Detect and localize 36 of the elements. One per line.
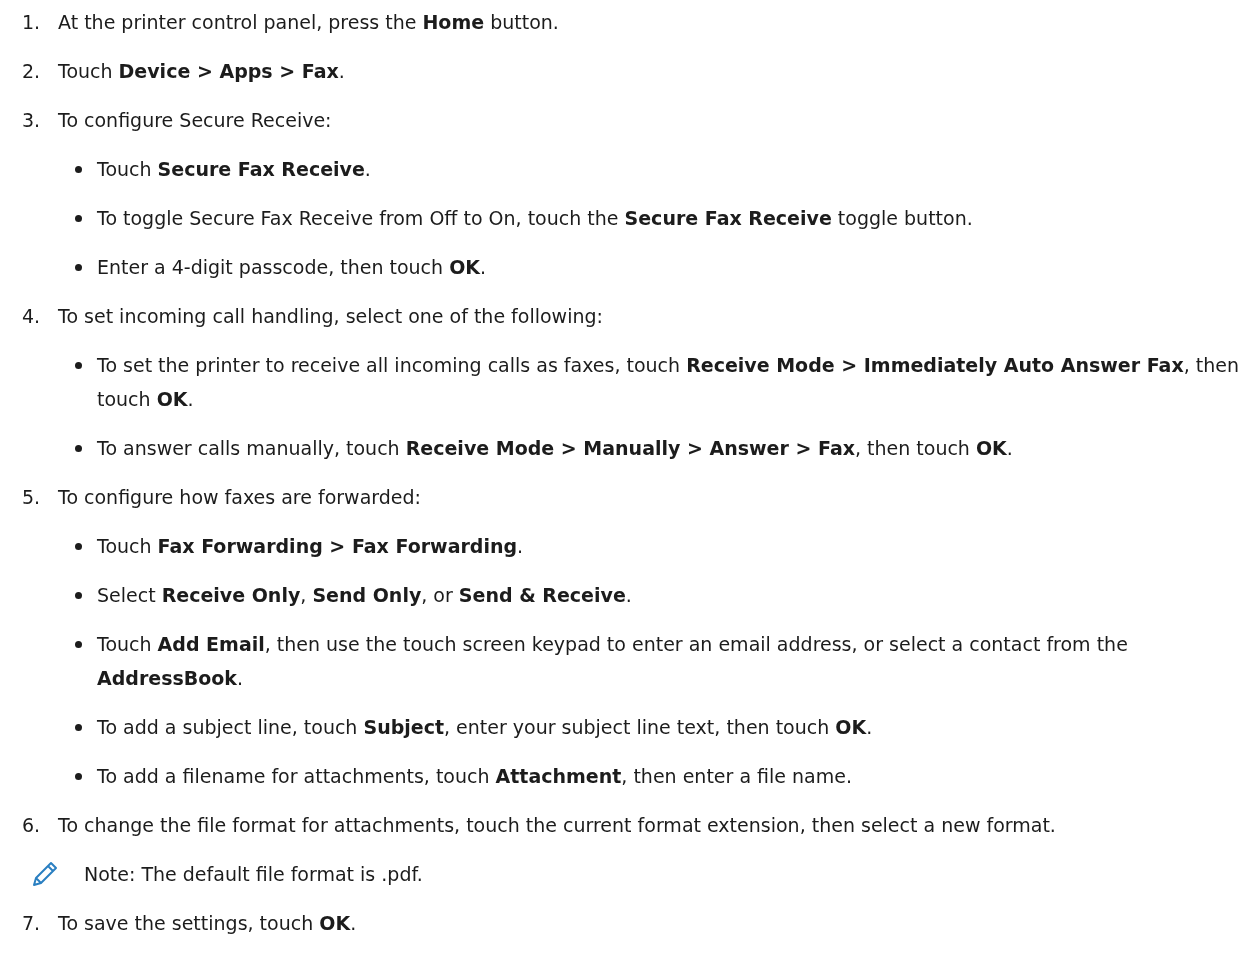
step-number: 3. [22,108,42,133]
bullet-text: Touch Fax Forwarding > Fax Forwarding. [97,534,525,559]
bullet-text: Touch Add Email, then use the touch screen keypad to enter an email address, or select a contact from the AddressBook. [97,632,1129,691]
step-text: At the printer control panel, press the Home button. [58,10,560,35]
step-text: To save the settings, touch OK. [58,911,358,936]
step-number: 1. [22,10,42,35]
bullet-icon [75,641,82,648]
bullet-icon [75,592,82,599]
step-number: 7. [22,911,42,936]
note-text: Note: The default file format is .pdf. [84,862,423,887]
step-text: Touch Device > Apps > Fax. [58,59,346,84]
bullet-text: To set the printer to receive all incoming calls as faxes, touch Receive Mode > Immediately Auto Answer Fax, then touch OK. [97,353,1240,412]
bullet-icon [75,445,82,452]
bullet-text: Select Receive Only, Send Only, or Send & Receive. [97,583,633,608]
bullet-text: Enter a 4-digit passcode, then touch OK. [97,255,488,280]
bullet-text: To add a filename for attachments, touch Attachment, then enter a file name. [97,764,853,789]
bullet-icon [75,362,82,369]
pencil-icon [30,859,60,889]
bullet-icon [75,264,82,271]
step-text: To change the file format for attachments, touch the current format extension, then select a new format. [58,813,1057,838]
step-text: To configure Secure Receive: [58,108,333,133]
step-text: To configure how faxes are forwarded: [58,485,422,510]
bullet-icon [75,724,82,731]
bullet-text: To add a subject line, touch Subject, enter your subject line text, then touch OK. [97,715,874,740]
bullet-icon [75,166,82,173]
step-number: 5. [22,485,42,510]
bullet-text: To toggle Secure Fax Receive from Off to On, touch the Secure Fax Receive toggle button. [97,206,974,231]
bullet-text: To answer calls manually, touch Receive Mode > Manually > Answer > Fax, then touch OK. [97,436,1014,461]
bullet-icon [75,773,82,780]
step-number: 6. [22,813,42,838]
step-text: To set incoming call handling, select one of the following: [58,304,604,329]
bullet-icon [75,543,82,550]
step-number: 4. [22,304,42,329]
bullet-text: Touch Secure Fax Receive. [97,157,372,182]
bullet-icon [75,215,82,222]
step-number: 2. [22,59,42,84]
